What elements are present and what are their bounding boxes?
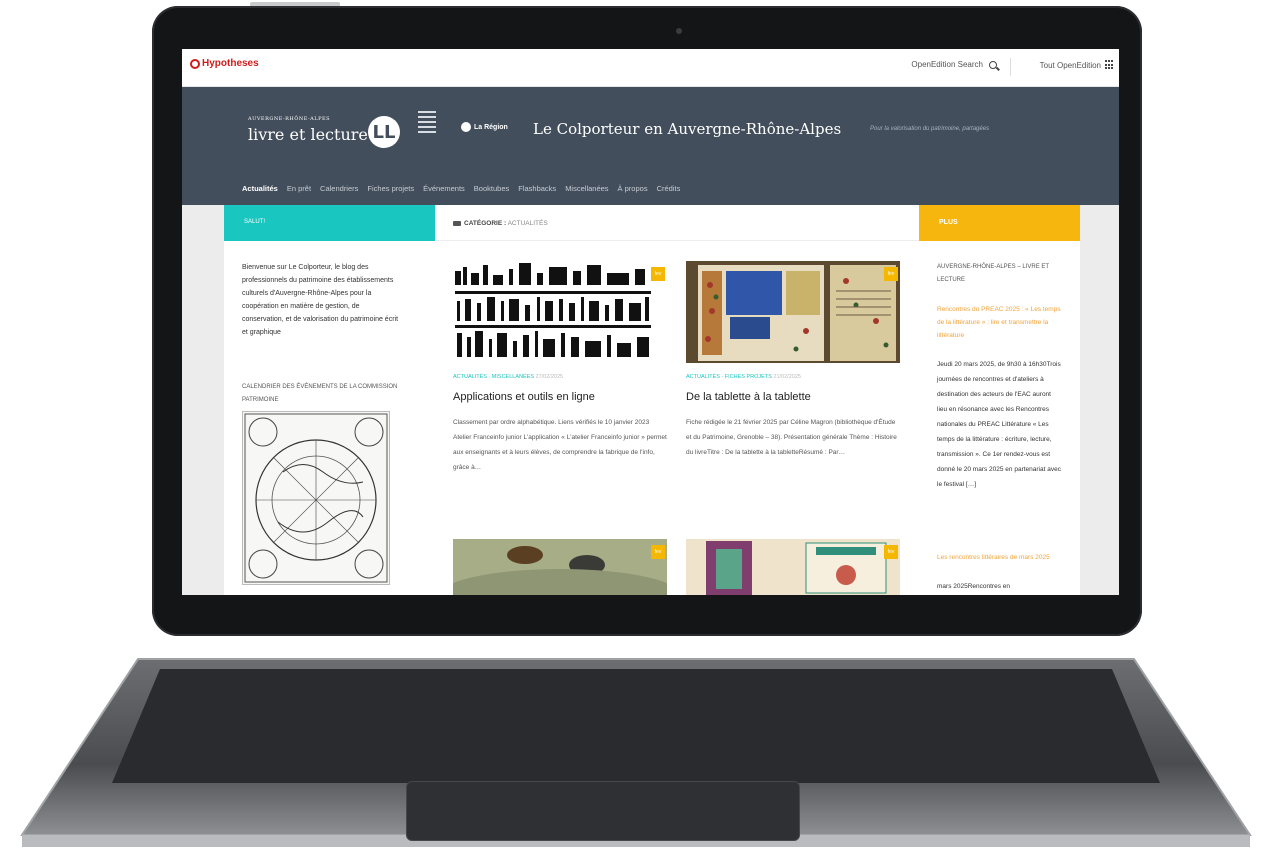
left-sidebar: SALUT! Bienvenue sur Le Colporteur, le b…	[224, 205, 435, 595]
brand-region-label: AUVERGNE-RHÔNE-ALPES	[248, 116, 331, 122]
post-categories[interactable]: ACTUALITÉS · MISCELLANÉES	[453, 374, 534, 380]
left-gutter	[182, 205, 224, 595]
post-meta: ACTUALITÉS · MISCELLANÉES 27/02/2025	[453, 374, 563, 380]
post-title[interactable]: Applications et outils en ligne	[453, 391, 595, 403]
post-excerpt: Fiche rédigée le 21 février 2025 par Cél…	[686, 419, 897, 456]
apps-grid-icon	[1105, 60, 1115, 70]
post-badge: fev	[884, 545, 898, 559]
nav-item-actualites[interactable]: Actualités	[242, 184, 278, 193]
nav-item-fiches-projets[interactable]: Fiches projets	[367, 184, 414, 193]
post-categories[interactable]: ACTUALITÉS · FICHES PROJETS	[686, 374, 772, 380]
post-thumbnail-illustration[interactable]: fev	[686, 539, 900, 595]
nav-item-credits[interactable]: Crédits	[657, 184, 681, 193]
hypotheses-logo[interactable]: Hypotheses	[190, 58, 259, 69]
welcome-text: Bienvenue sur Le Colporteur, le blog des…	[242, 264, 399, 336]
right-post-link[interactable]: Les rencontres littéraires de mars 2025	[937, 551, 1061, 564]
nav-item-calendriers[interactable]: Calendriers	[320, 184, 358, 193]
right-section-title[interactable]: AUVERGNE-RHÔNE-ALPES – LIVRE ET LECTURE	[937, 261, 1061, 287]
all-openedition-label: Tout OpenEdition	[1039, 60, 1101, 70]
hypotheses-logo-icon	[190, 58, 200, 69]
post-thumbnail-tools[interactable]: fev	[453, 261, 667, 363]
category-name: ACTUALITÉS	[507, 220, 548, 227]
livre-lecture-logo-icon: LL	[368, 116, 400, 148]
nav-item-en-pret[interactable]: En prêt	[287, 184, 311, 193]
brand-name[interactable]: livre et lecture	[248, 125, 368, 144]
post-date: 27/02/2025	[535, 374, 564, 380]
left-sidebar-header: SALUT!	[224, 205, 435, 241]
region-logo-text: La Région	[474, 123, 508, 131]
nav-item-miscellanees[interactable]: Miscellanées	[565, 184, 608, 193]
site-tagline: Pour la valorisation du patrimoine, part…	[870, 126, 990, 132]
main-nav: Actualités En prêt Calendriers Fiches pr…	[242, 184, 680, 193]
right-post-excerpt: mars 2025Rencontres en	[937, 583, 1010, 590]
right-post-excerpt: Jeudi 20 mars 2025, de 9h30 à 16h30Trois…	[937, 361, 1061, 488]
region-logo: La Région	[461, 122, 508, 132]
post-title[interactable]: De la tablette à la tablette	[686, 391, 811, 403]
openedition-search-link[interactable]: OpenEdition Search	[911, 60, 997, 69]
search-icon	[989, 60, 997, 69]
main-content: CATÉGORIE : ACTUALITÉS fev ACTUALITÉS · …	[435, 205, 919, 595]
post-thumbnail-plate[interactable]: fev	[453, 539, 667, 595]
right-sidebar-header: PLUS	[919, 205, 1080, 241]
post-excerpt: Classement par ordre alphabétique. Liens…	[453, 419, 667, 471]
category-header: CATÉGORIE : ACTUALITÉS	[435, 205, 919, 241]
folder-icon	[453, 220, 461, 226]
post-date: 21/02/2025	[773, 374, 801, 380]
nav-item-flashbacks[interactable]: Flashbacks	[518, 184, 556, 193]
laptop-keyboard-base	[20, 655, 1252, 850]
laptop-screen: Hypotheses OpenEdition Search Tout OpenE…	[182, 49, 1119, 595]
nav-item-a-propos[interactable]: À propos	[618, 184, 648, 193]
post-badge: fev	[651, 545, 665, 559]
post-badge: fev	[651, 267, 665, 281]
openedition-search-label: OpenEdition Search	[911, 60, 983, 69]
site-title[interactable]: Le Colporteur en Auvergne-Rhône-Alpes	[533, 120, 841, 138]
topbar-divider	[1010, 58, 1011, 76]
region-logo-icon	[461, 122, 471, 132]
nav-item-evenements[interactable]: Événements	[423, 184, 465, 193]
category-prefix: CATÉGORIE :	[464, 220, 507, 227]
hypotheses-logo-text: Hypotheses	[202, 58, 259, 69]
openedition-topbar: Hypotheses OpenEdition Search Tout OpenE…	[182, 49, 1119, 87]
calendar-heading[interactable]: CALENDRIER DES ÉVÉNEMENTS DE LA COMMISSI…	[242, 381, 402, 407]
post-meta: ACTUALITÉS · FICHES PROJETS 21/02/2025	[686, 374, 801, 380]
site-header: AUVERGNE-RHÔNE-ALPES livre et lecture LL…	[182, 87, 1119, 205]
post-thumbnail-manuscript[interactable]: fev	[686, 261, 900, 363]
prefet-logo	[418, 111, 436, 151]
webcam	[676, 28, 682, 34]
trackpad[interactable]	[406, 781, 800, 841]
right-sidebar: PLUS AUVERGNE-RHÔNE-ALPES – LIVRE ET LEC…	[919, 205, 1080, 595]
calendar-engraving-image[interactable]	[242, 411, 390, 585]
right-gutter	[1080, 205, 1119, 595]
post-badge: fev	[884, 267, 898, 281]
all-openedition-menu[interactable]: Tout OpenEdition	[1040, 60, 1115, 70]
right-post-link[interactable]: Rencontres du PREAC 2025 : « Les temps d…	[937, 303, 1061, 342]
nav-item-booktubes[interactable]: Booktubes	[474, 184, 509, 193]
